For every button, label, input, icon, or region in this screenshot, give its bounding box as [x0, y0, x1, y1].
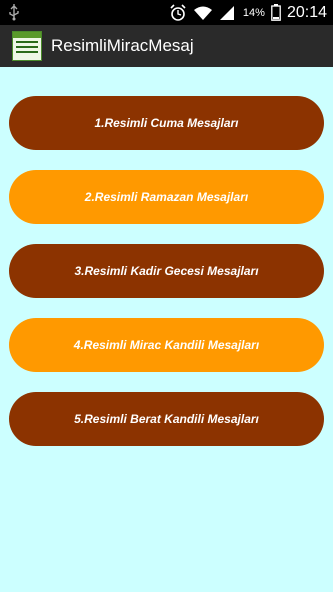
menu-button-ramazan[interactable]: 2.Resimli Ramazan Mesajları	[9, 170, 324, 224]
wifi-icon	[193, 5, 213, 21]
menu-button-cuma[interactable]: 1.Resimli Cuma Mesajları	[9, 96, 324, 150]
app-logo-icon[interactable]	[12, 31, 42, 61]
app-title: ResimliMiracMesaj	[51, 36, 194, 55]
menu-button-kadir-gecesi[interactable]: 3.Resimli Kadir Gecesi Mesajları	[9, 244, 324, 298]
menu-button-berat-kandili[interactable]: 5.Resimli Berat Kandili Mesajları	[9, 392, 324, 446]
battery-percent: 14%	[242, 6, 265, 19]
status-icons: 14% 20:14	[169, 0, 327, 25]
menu-button-mirac-kandili[interactable]: 4.Resimli Mirac Kandili Mesajları	[9, 318, 324, 372]
battery-icon	[271, 4, 281, 21]
usb-icon	[8, 3, 20, 21]
action-bar: ResimliMiracMesaj	[0, 25, 333, 67]
status-bar: 14% 20:14	[0, 0, 333, 25]
alarm-icon	[169, 3, 187, 22]
clock: 20:14	[286, 3, 327, 21]
signal-icon	[219, 5, 235, 21]
